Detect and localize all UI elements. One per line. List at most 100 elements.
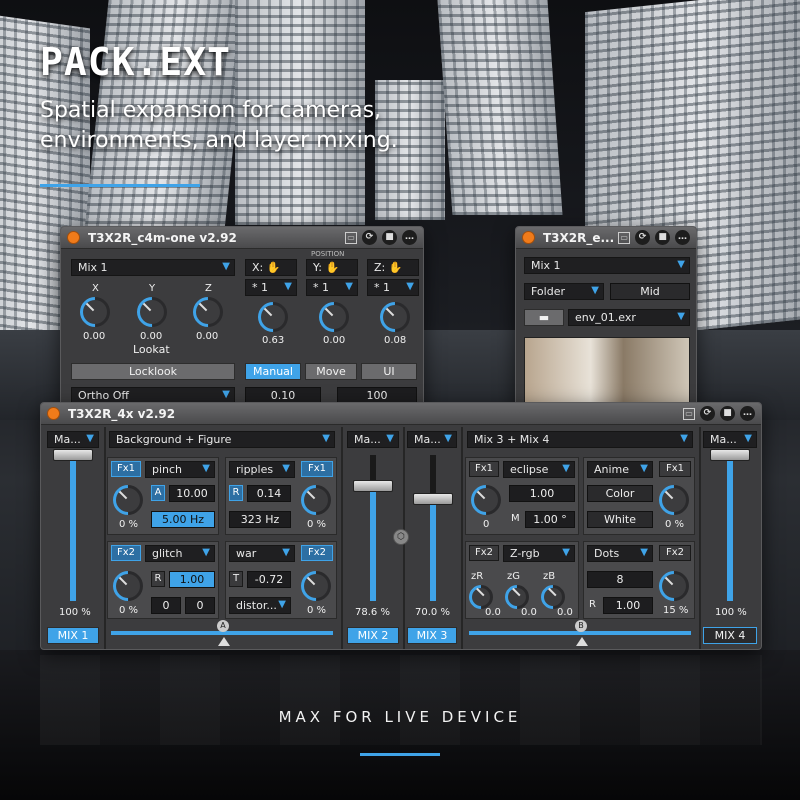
mode-ui-button[interactable]: UI [361, 363, 417, 380]
position-z-mult[interactable]: * 1 ▼ [367, 279, 419, 296]
crossfader-a-handle[interactable] [218, 637, 230, 646]
lookat-x-label: X [92, 283, 99, 294]
ellipsis-icon[interactable]: … [402, 230, 417, 245]
b-fx2-right-tag[interactable]: Fx2 [659, 545, 691, 561]
fx2-right-effect[interactable]: war ▼ [229, 545, 295, 562]
fx1-right-effect[interactable]: ripples ▼ [229, 461, 295, 478]
channel-3-fader-cap[interactable] [413, 492, 453, 505]
fx1-right-freq[interactable]: 323 Hz [229, 511, 291, 528]
channel-1-button[interactable]: MIX 1 [47, 627, 99, 644]
refresh-icon[interactable]: ⟳ [362, 230, 377, 245]
fx2-left-tag[interactable]: Fx2 [111, 545, 141, 561]
fx1-left-tag[interactable]: Fx1 [111, 461, 141, 477]
b-fx2-right-r-value[interactable]: 1.00 [603, 597, 653, 614]
mode-move-button[interactable]: Move [305, 363, 357, 380]
channel-2-button[interactable]: MIX 2 [347, 627, 399, 644]
position-x-mult[interactable]: * 1 ▼ [245, 279, 297, 296]
fx2-right-t-value[interactable]: -0.72 [247, 571, 291, 588]
channel-1-fader[interactable] [70, 455, 76, 601]
b-fx2-right-v1[interactable]: 8 [587, 571, 653, 588]
fx1-left-a-value[interactable]: 10.00 [169, 485, 215, 502]
b-fx2-left-tag[interactable]: Fx2 [469, 545, 499, 561]
pair-b-select[interactable]: Mix 3 + Mix 4 ▼ [467, 431, 693, 448]
b-fx2-right-effect[interactable]: Dots ▼ [587, 545, 653, 562]
power-icon[interactable] [47, 407, 60, 420]
mult-z: * 1 [374, 281, 390, 294]
fx2-left-v2[interactable]: 0 [185, 597, 215, 614]
window-icon[interactable]: ▭ [618, 231, 631, 244]
window-icon[interactable]: ▭ [683, 407, 695, 420]
channel-3-button[interactable]: MIX 3 [407, 627, 457, 644]
channel-4-select[interactable]: Ma... ▼ [703, 431, 757, 448]
channel-3-select[interactable]: Ma... ▼ [407, 431, 457, 448]
refresh-icon[interactable]: ⟳ [635, 230, 651, 245]
env-source-select[interactable]: Folder ▼ [524, 283, 604, 300]
position-x-knob[interactable] [251, 295, 295, 339]
link-icon[interactable]: ⬡ [393, 529, 409, 545]
b-fx1-left-effect[interactable]: eclipse ▼ [503, 461, 575, 478]
power-icon[interactable] [522, 231, 535, 244]
fx2-right-extra[interactable]: distor... ▼ [229, 597, 291, 614]
ellipsis-icon[interactable]: … [675, 230, 690, 245]
fx1-right-tag[interactable]: Fx1 [301, 461, 333, 477]
mix-select[interactable]: Mix 1 ▼ [71, 259, 235, 276]
channel-3-fader[interactable] [430, 455, 436, 601]
fx1-left-effect[interactable]: pinch ▼ [145, 461, 215, 478]
position-y-mult[interactable]: * 1 ▼ [306, 279, 358, 296]
ellipsis-icon[interactable]: … [740, 406, 755, 421]
b-fx1-right-b1[interactable]: Color [587, 485, 653, 502]
position-y-knob[interactable] [312, 295, 356, 339]
position-x-mode[interactable]: X: ✋ [245, 259, 297, 276]
b-fx1-left-v1[interactable]: 1.00 [509, 485, 575, 502]
channel-2-fader[interactable] [370, 455, 376, 601]
fx1-right-r-value[interactable]: 0.14 [247, 485, 291, 502]
lookat-x-knob[interactable] [73, 290, 117, 334]
position-z-knob[interactable] [373, 295, 417, 339]
chevron-down-icon: ▼ [322, 433, 330, 444]
window-icon[interactable]: ▭ [345, 231, 357, 244]
b-fx1-right-tag[interactable]: Fx1 [659, 461, 691, 477]
chevron-down-icon: ▼ [284, 281, 292, 292]
position-z-mode[interactable]: Z: ✋ [367, 259, 419, 276]
channel-4-select-value: Ma... [710, 433, 737, 446]
lookat-y-value: 0.00 [140, 331, 163, 342]
b-fx1-right-effect[interactable]: Anime ▼ [587, 461, 653, 478]
channel-2-fader-cap[interactable] [353, 480, 393, 493]
zr-label: zR [471, 571, 484, 582]
folder-icon[interactable]: ▬ [524, 309, 564, 326]
position-y-mode[interactable]: Y: ✋ [306, 259, 358, 276]
floppy-icon[interactable]: ■ [655, 230, 671, 245]
env-position-value[interactable]: Mid [610, 283, 690, 300]
refresh-icon[interactable]: ⟳ [700, 406, 715, 421]
fx2-left-r-value[interactable]: 1.00 [169, 571, 215, 588]
channel-4-fader[interactable] [727, 455, 733, 601]
tagline: Spatial expansion for cameras, environme… [40, 98, 398, 153]
fx2-left-effect[interactable]: glitch ▼ [145, 545, 215, 562]
b-fx1-left-tag[interactable]: Fx1 [469, 461, 499, 477]
hand-icon: ✋ [388, 261, 403, 274]
mode-manual-button[interactable]: Manual [245, 363, 301, 380]
floppy-icon[interactable]: ■ [720, 406, 735, 421]
floppy-icon[interactable]: ■ [382, 230, 397, 245]
env-mix-select[interactable]: Mix 1 ▼ [524, 257, 690, 274]
zr-value: 0.0 [485, 607, 501, 618]
b-fx1-left-m-value[interactable]: 1.00 ° [525, 511, 575, 528]
channel-4-fader-cap[interactable] [710, 449, 750, 461]
env-source-value: Folder [531, 285, 565, 298]
env-file-select[interactable]: env_01.exr ▼ [568, 309, 690, 326]
crossfader-b-handle[interactable] [576, 637, 588, 646]
b-fx2-left-effect[interactable]: Z-rgb ▼ [503, 545, 575, 562]
locklook-button[interactable]: Locklook [71, 363, 235, 380]
power-icon[interactable] [67, 231, 80, 244]
channel-2-select[interactable]: Ma... ▼ [347, 431, 399, 448]
channel-1-select[interactable]: Ma... ▼ [47, 431, 99, 448]
fx2-right-tag[interactable]: Fx2 [301, 545, 333, 561]
fx2-left-v1[interactable]: 0 [151, 597, 181, 614]
pair-a-select[interactable]: Background + Figure ▼ [109, 431, 335, 448]
fx1-left-freq[interactable]: 5.00 Hz [151, 511, 215, 528]
channel-4-button[interactable]: MIX 4 [703, 627, 757, 644]
b-fx1-right-b2[interactable]: White [587, 511, 653, 528]
lookat-z-knob[interactable] [186, 290, 230, 334]
channel-1-fader-cap[interactable] [53, 449, 93, 461]
lookat-y-knob[interactable] [130, 290, 174, 334]
